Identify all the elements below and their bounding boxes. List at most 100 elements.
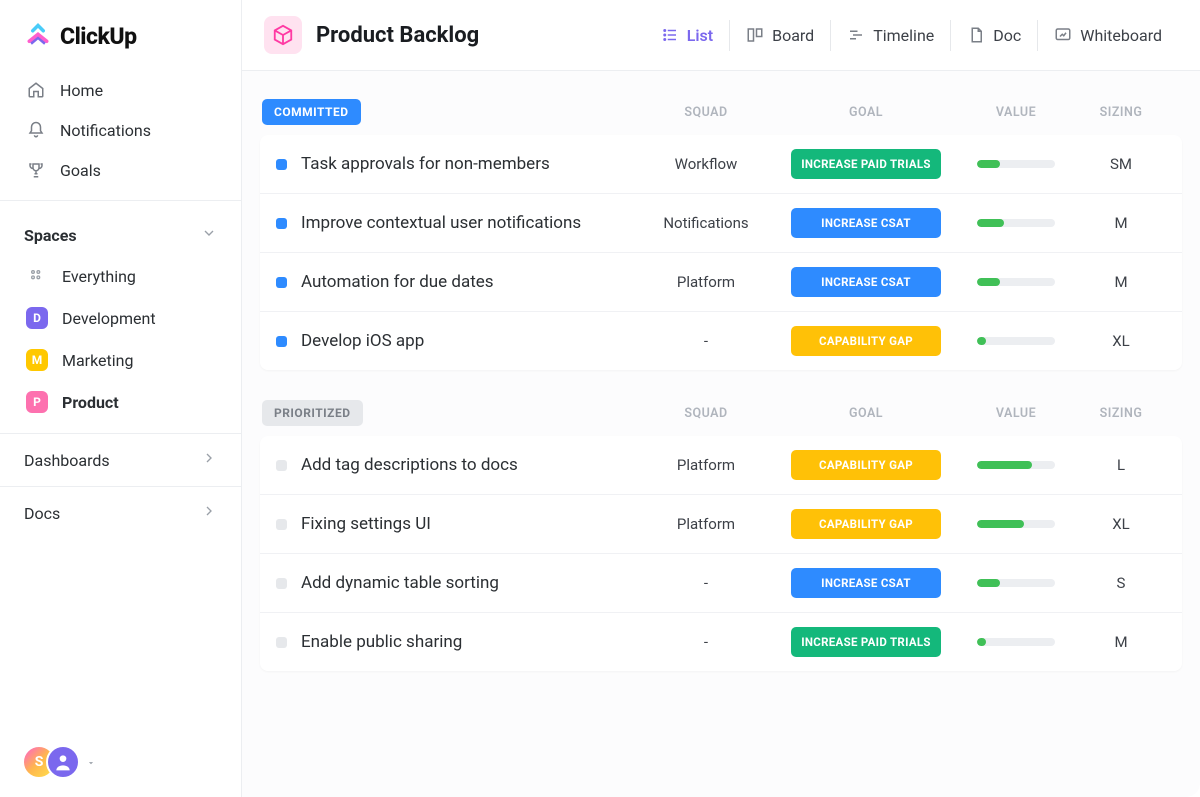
- task-squad: Platform: [636, 456, 776, 474]
- spaces-list: Everything D Development M Marketing P P…: [0, 255, 241, 423]
- docs-section[interactable]: Docs: [0, 486, 241, 539]
- task-sizing: M: [1076, 633, 1166, 651]
- task-value-progress: [977, 337, 1055, 345]
- task-goal-badge[interactable]: CAPABILITY GAP: [791, 450, 941, 480]
- task-title: Add dynamic table sorting: [301, 573, 499, 593]
- column-goal: GOAL: [776, 406, 956, 421]
- space-badge: M: [26, 349, 48, 371]
- task-value-progress: [977, 579, 1055, 587]
- task-squad: -: [636, 574, 776, 592]
- task-goal-badge[interactable]: CAPABILITY GAP: [791, 326, 941, 356]
- dashboards-section[interactable]: Dashboards: [0, 433, 241, 486]
- board-icon: [746, 26, 764, 44]
- task-value-progress: [977, 278, 1055, 286]
- task-value-progress: [977, 461, 1055, 469]
- task-row[interactable]: Improve contextual user notifications No…: [260, 193, 1182, 252]
- space-product[interactable]: P Product: [8, 381, 233, 423]
- nav-label: Home: [60, 81, 103, 100]
- column-value: VALUE: [956, 105, 1076, 120]
- column-sizing: SIZING: [1076, 105, 1166, 120]
- task-value-progress: [977, 638, 1055, 646]
- space-label: Development: [62, 309, 156, 328]
- grid-icon: [26, 265, 48, 287]
- task-status-dot[interactable]: [276, 578, 287, 589]
- task-squad: -: [636, 633, 776, 651]
- space-label: Marketing: [62, 351, 133, 370]
- view-label: Board: [772, 26, 814, 45]
- task-squad: -: [636, 332, 776, 350]
- space-development[interactable]: D Development: [8, 297, 233, 339]
- task-status-dot[interactable]: [276, 637, 287, 648]
- status-pill[interactable]: PRIORITIZED: [262, 400, 363, 426]
- task-goal-badge[interactable]: INCREASE CSAT: [791, 267, 941, 297]
- view-doc[interactable]: Doc: [950, 20, 1037, 51]
- task-row[interactable]: Add tag descriptions to docs Platform CA…: [260, 436, 1182, 494]
- task-sizing: L: [1076, 456, 1166, 474]
- task-row[interactable]: Add dynamic table sorting - INCREASE CSA…: [260, 553, 1182, 612]
- chevron-down-icon: [201, 225, 217, 245]
- caret-down-icon[interactable]: [86, 753, 96, 772]
- task-status-dot[interactable]: [276, 277, 287, 288]
- space-badge: P: [26, 391, 48, 413]
- task-goal-badge[interactable]: INCREASE PAID TRIALS: [791, 149, 941, 179]
- brand-logo[interactable]: ClickUp: [0, 0, 241, 70]
- task-goal-badge[interactable]: INCREASE PAID TRIALS: [791, 627, 941, 657]
- task-row[interactable]: Develop iOS app - CAPABILITY GAP XL: [260, 311, 1182, 370]
- task-squad: Notifications: [636, 214, 776, 232]
- task-goal-badge[interactable]: INCREASE CSAT: [791, 568, 941, 598]
- clickup-logo-icon: [24, 22, 52, 50]
- column-value: VALUE: [956, 406, 1076, 421]
- group-header: PRIORITIZED SQUAD GOAL VALUE SIZING: [260, 400, 1182, 436]
- user-avatars[interactable]: S: [0, 727, 241, 797]
- task-squad: Platform: [636, 515, 776, 533]
- task-status-dot[interactable]: [276, 336, 287, 347]
- nav-notifications[interactable]: Notifications: [8, 110, 233, 150]
- trophy-icon: [26, 160, 46, 180]
- nav-goals[interactable]: Goals: [8, 150, 233, 190]
- status-pill[interactable]: COMMITTED: [262, 99, 361, 125]
- doc-icon: [967, 26, 985, 44]
- brand-name: ClickUp: [60, 23, 137, 50]
- task-value-progress: [977, 520, 1055, 528]
- task-sizing: M: [1076, 214, 1166, 232]
- list-icon: [661, 26, 679, 44]
- task-sizing: XL: [1076, 515, 1166, 533]
- nav-home[interactable]: Home: [8, 70, 233, 110]
- main-area: Product Backlog List Board: [242, 0, 1200, 797]
- spaces-header[interactable]: Spaces: [0, 211, 241, 255]
- task-row[interactable]: Enable public sharing - INCREASE PAID TR…: [260, 612, 1182, 671]
- timeline-icon: [847, 26, 865, 44]
- topbar: Product Backlog List Board: [242, 0, 1200, 71]
- task-row[interactable]: Automation for due dates Platform INCREA…: [260, 252, 1182, 311]
- view-board[interactable]: Board: [729, 20, 830, 51]
- task-title: Fixing settings UI: [301, 514, 431, 534]
- whiteboard-icon: [1054, 26, 1072, 44]
- task-row[interactable]: Task approvals for non-members Workflow …: [260, 135, 1182, 193]
- task-squad: Platform: [636, 273, 776, 291]
- space-everything[interactable]: Everything: [8, 255, 233, 297]
- space-marketing[interactable]: M Marketing: [8, 339, 233, 381]
- task-list: Add tag descriptions to docs Platform CA…: [260, 436, 1182, 671]
- task-row[interactable]: Fixing settings UI Platform CAPABILITY G…: [260, 494, 1182, 553]
- view-timeline[interactable]: Timeline: [830, 20, 950, 51]
- task-goal-badge[interactable]: CAPABILITY GAP: [791, 509, 941, 539]
- view-list[interactable]: List: [645, 20, 729, 51]
- column-squad: SQUAD: [636, 105, 776, 120]
- view-label: List: [687, 26, 713, 45]
- content: COMMITTED SQUAD GOAL VALUE SIZING Task a…: [242, 71, 1200, 719]
- task-status-dot[interactable]: [276, 159, 287, 170]
- task-status-dot[interactable]: [276, 460, 287, 471]
- bell-icon: [26, 120, 46, 140]
- view-whiteboard[interactable]: Whiteboard: [1037, 20, 1178, 51]
- task-group: PRIORITIZED SQUAD GOAL VALUE SIZING Add …: [260, 400, 1182, 671]
- spaces-label: Spaces: [24, 226, 77, 245]
- task-title: Improve contextual user notifications: [301, 213, 581, 233]
- task-status-dot[interactable]: [276, 519, 287, 530]
- task-status-dot[interactable]: [276, 218, 287, 229]
- space-label: Product: [62, 393, 119, 412]
- task-goal-badge[interactable]: INCREASE CSAT: [791, 208, 941, 238]
- column-sizing: SIZING: [1076, 406, 1166, 421]
- avatar-teammate[interactable]: [46, 745, 80, 779]
- task-title: Develop iOS app: [301, 331, 424, 351]
- docs-label: Docs: [24, 504, 60, 523]
